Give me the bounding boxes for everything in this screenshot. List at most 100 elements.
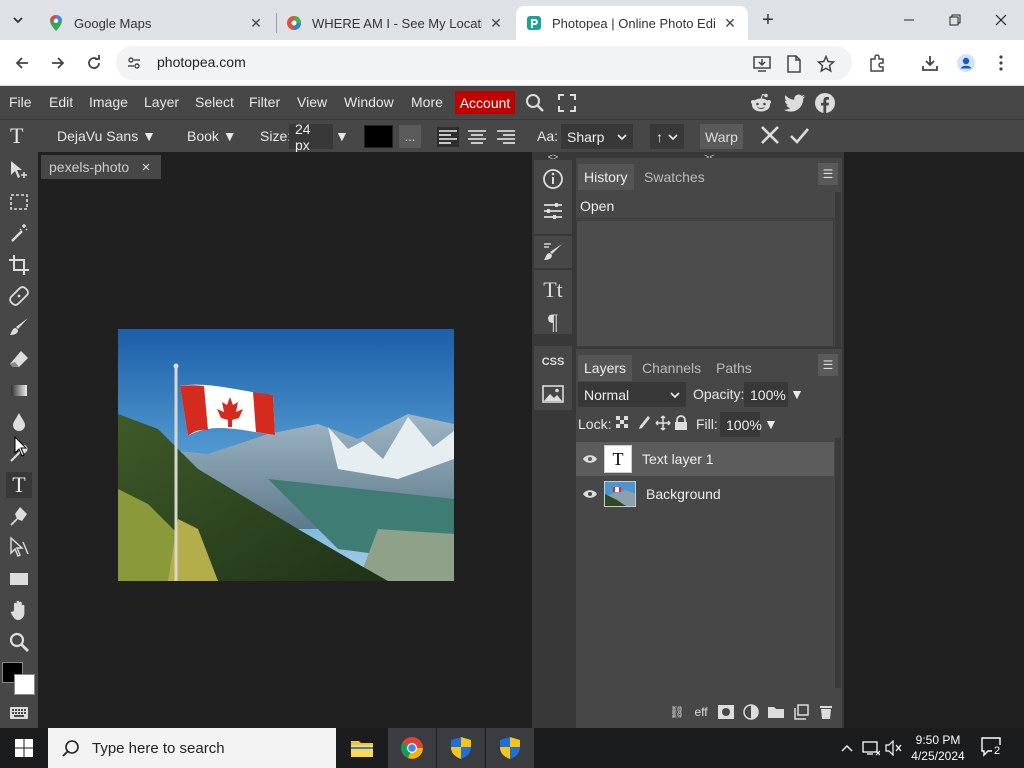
lock-all-icon[interactable] (674, 415, 688, 434)
link-layers-icon[interactable]: ⛓ (668, 703, 686, 721)
css-panel-icon[interactable]: CSS (537, 346, 569, 378)
tab-history[interactable]: History (578, 164, 634, 190)
info-icon[interactable] (537, 163, 569, 195)
marquee-tool-icon[interactable] (6, 189, 32, 215)
forward-button[interactable] (44, 49, 72, 77)
align-right-icon[interactable] (495, 127, 517, 147)
document-tab[interactable]: pexels-photo × (41, 155, 161, 179)
anti-alias-dropdown[interactable]: Sharp (561, 124, 633, 149)
layer-mask-icon[interactable] (717, 703, 735, 721)
facebook-icon[interactable] (813, 91, 837, 115)
keyboard-icon[interactable] (6, 700, 32, 726)
gradient-tool-icon[interactable] (6, 377, 32, 403)
blur-tool-icon[interactable] (6, 409, 32, 435)
document-canvas[interactable] (118, 329, 454, 581)
tab-search-button[interactable] (6, 8, 30, 32)
menu-view[interactable]: View (297, 94, 327, 110)
menu-file[interactable]: File (9, 94, 32, 110)
lock-transparency-icon[interactable] (616, 416, 630, 433)
align-center-icon[interactable] (466, 127, 488, 147)
hand-tool-icon[interactable] (6, 597, 32, 623)
magic-wand-tool-icon[interactable] (6, 220, 32, 246)
brush-settings-icon[interactable] (537, 236, 569, 268)
history-item-open[interactable]: Open (576, 192, 834, 219)
opacity-dropdown-arrow[interactable]: ▼ (790, 386, 804, 402)
menu-edit[interactable]: Edit (49, 94, 73, 110)
history-scrollbar[interactable] (835, 192, 841, 347)
chrome-taskbar-icon[interactable] (388, 728, 436, 768)
more-options-button[interactable]: ... (399, 125, 421, 148)
close-window-button[interactable] (978, 0, 1024, 40)
security-shield-taskbar-icon[interactable] (437, 728, 485, 768)
install-app-icon[interactable] (752, 54, 772, 74)
move-tool-icon[interactable] (6, 157, 32, 183)
close-tab-icon[interactable]: ✕ (248, 15, 264, 31)
tab-layers[interactable]: Layers (578, 355, 633, 381)
fullscreen-icon[interactable] (555, 91, 579, 115)
trash-icon[interactable] (817, 703, 835, 721)
visibility-eye-icon[interactable] (576, 489, 604, 499)
menu-filter[interactable]: Filter (249, 94, 280, 110)
rectangle-tool-icon[interactable] (6, 566, 32, 592)
layer-row-background[interactable]: Background (576, 477, 834, 511)
text-color-swatch[interactable] (364, 125, 393, 148)
extensions-puzzle-icon[interactable] (866, 52, 888, 74)
browser-tab-where-am-i[interactable]: WHERE AM I - See My Location ✕ (276, 6, 514, 40)
eraser-tool-icon[interactable] (6, 346, 32, 372)
collapse-arrows-icon[interactable]: <> (537, 152, 569, 162)
healing-brush-tool-icon[interactable] (6, 283, 32, 309)
search-icon[interactable] (523, 91, 547, 115)
fill-input[interactable]: 100% (720, 412, 762, 437)
menu-window[interactable]: Window (344, 94, 394, 110)
twitter-icon[interactable] (783, 91, 807, 115)
font-size-input[interactable]: 24 px (289, 121, 333, 153)
crop-tool-icon[interactable] (6, 252, 32, 278)
paragraph-panel-icon[interactable]: ¶ (537, 306, 569, 338)
image-panel-icon[interactable] (537, 378, 569, 410)
panel-menu-button[interactable]: ☰ (818, 354, 838, 376)
blend-mode-dropdown[interactable]: Normal (578, 382, 686, 407)
adjustments-icon[interactable] (537, 195, 569, 227)
fill-dropdown-arrow[interactable]: ▼ (764, 416, 778, 432)
lock-position-icon[interactable] (655, 415, 671, 434)
cancel-edit-icon[interactable] (759, 124, 781, 149)
layer-effects-icon[interactable]: eff (692, 703, 710, 721)
reddit-icon[interactable] (749, 91, 773, 115)
character-panel-icon[interactable]: Tt (537, 274, 569, 306)
background-color-swatch[interactable] (14, 674, 35, 695)
close-tab-icon[interactable]: ✕ (488, 15, 504, 31)
new-group-folder-icon[interactable] (767, 703, 785, 721)
taskbar-clock[interactable]: 9:50 PM 4/25/2024 (904, 732, 972, 764)
taskbar-search-box[interactable]: Type here to search (48, 728, 336, 768)
font-size-dropdown-arrow[interactable]: ▼ (335, 128, 349, 144)
tab-channels[interactable]: Channels (636, 355, 707, 381)
warp-button[interactable]: Warp (700, 124, 743, 149)
layer-row-text-layer-1[interactable]: T Text layer 1 (576, 442, 834, 476)
new-tab-button[interactable]: + (756, 8, 780, 32)
commit-edit-icon[interactable] (788, 124, 810, 149)
file-explorer-taskbar-icon[interactable] (338, 728, 386, 768)
kebab-menu-icon[interactable] (990, 52, 1012, 74)
volume-muted-icon[interactable] (884, 738, 904, 758)
minimize-button[interactable] (886, 0, 932, 40)
opacity-input[interactable]: 100% (744, 382, 788, 407)
brush-tool-icon[interactable] (6, 314, 32, 340)
bookmark-star-icon[interactable] (816, 54, 836, 74)
menu-image[interactable]: Image (89, 94, 128, 110)
adjustment-layer-icon[interactable] (742, 703, 760, 721)
zoom-tool-icon[interactable] (6, 629, 32, 655)
browser-tab-google-maps[interactable]: Google Maps ✕ (38, 6, 274, 40)
reload-button[interactable] (80, 49, 108, 77)
browser-tab-photopea[interactable]: Photopea | Online Photo Editor ✕ (516, 6, 748, 40)
font-style-dropdown[interactable]: Book ▼ (187, 128, 237, 144)
tab-paths[interactable]: Paths (710, 355, 758, 381)
document-icon[interactable] (784, 54, 804, 74)
back-button[interactable] (8, 49, 36, 77)
font-family-dropdown[interactable]: DejaVu Sans ▼ (57, 128, 156, 144)
site-settings-icon[interactable] (126, 55, 142, 71)
text-orientation-dropdown[interactable]: ↑ (650, 124, 684, 149)
visibility-eye-icon[interactable] (576, 454, 604, 464)
windows-start-button[interactable] (0, 728, 48, 768)
profile-avatar-icon[interactable] (955, 52, 977, 74)
network-icon[interactable] (861, 738, 881, 758)
